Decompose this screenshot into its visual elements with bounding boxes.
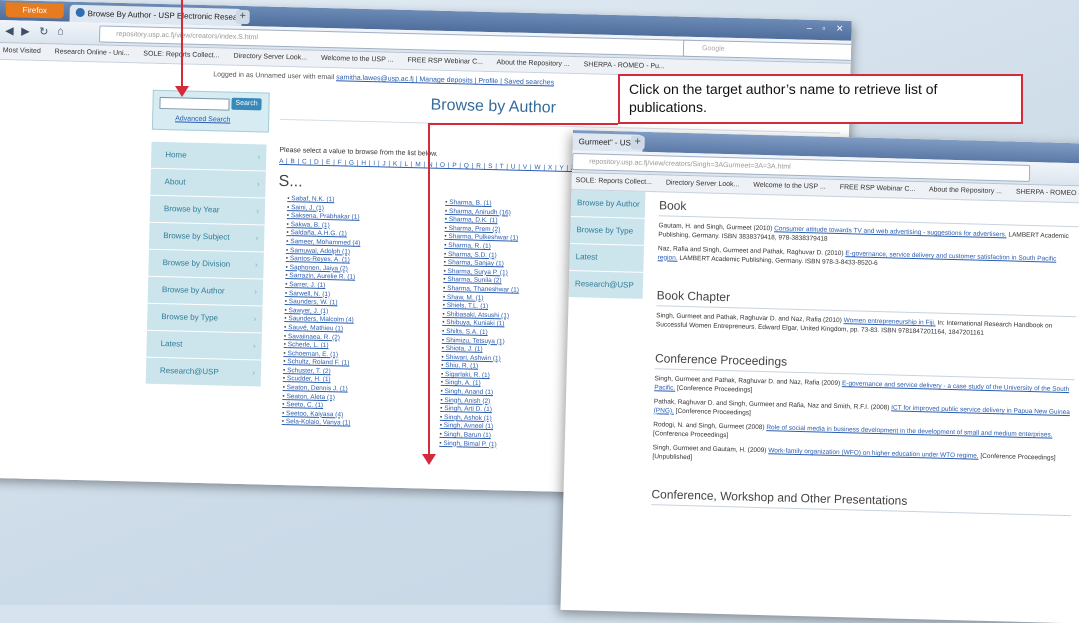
publication-entry: Naz, Rafia and Singh, Gurmeet and Pathak… (658, 245, 1078, 273)
author-link[interactable]: Sela-Kolaio, Vanya (1) (282, 418, 356, 428)
nav-browse-type[interactable]: Browse by Type (570, 216, 645, 245)
advanced-search-link[interactable]: Advanced Search (175, 115, 230, 123)
page-title: Browse by Author (430, 96, 557, 117)
page-content-2: Browse by Author Browse by Type Latest R… (560, 189, 1079, 623)
section-heading: Book (658, 198, 1079, 228)
publication-list: Book Gautam, H. and Singh, Gurmeet (2010)… (651, 192, 1079, 517)
publication-title-link[interactable]: Role of social media in business develop… (766, 424, 1052, 438)
alphabet-index[interactable]: A | B | C | D | E | F | G | H | I | J | … (279, 158, 605, 173)
section-heading: Book Chapter (656, 288, 1077, 318)
publication-details: [Conference Proceedings] (673, 407, 751, 417)
simple-search-input[interactable] (159, 96, 230, 111)
bookmark-item[interactable]: Welcome to the USP ... (321, 55, 394, 64)
firefox-menu-button[interactable]: Firefox (5, 2, 64, 19)
bookmark-item[interactable]: SHERPA - ROMEO - Pu... (584, 61, 665, 70)
bookmark-item[interactable]: SHERPA - ROMEO - Pu... (1016, 189, 1079, 198)
globe-icon (75, 7, 85, 18)
instruction-callout: Click on the target author’s name to ret… (618, 74, 1023, 124)
nav-browse-year[interactable]: Browse by Year (149, 195, 266, 225)
forward-icon[interactable]: ▶ (21, 25, 30, 38)
section-heading: Conference, Workshop and Other Presentat… (651, 487, 1072, 517)
publication-details: [Conference Proceedings] (652, 429, 729, 439)
arrow-head-icon (175, 86, 189, 97)
browser-window-author-publications: Gurmeet" - USP + repository.usp.ac.fj/vi… (560, 130, 1079, 623)
site-nav-2: Browse by Author Browse by Type Latest R… (566, 189, 646, 392)
author-list-col1: Sabaf, N.K. (1)Saini, J. (1)Saksena, Pra… (282, 195, 362, 429)
nav-browse-author[interactable]: Browse by Author (147, 276, 264, 306)
nav-browse-division[interactable]: Browse by Division (148, 249, 264, 279)
back-icon[interactable]: ◀ (5, 24, 14, 37)
bookmark-item[interactable]: Research Online - Uni... (55, 48, 130, 57)
login-status: Logged in as Unnamed user with email sam… (213, 71, 554, 86)
arrow-line (428, 125, 430, 455)
bookmark-item[interactable]: Directory Server Look... (666, 179, 740, 188)
nav-latest[interactable]: Latest (146, 330, 262, 360)
section-letter: S... (278, 172, 303, 191)
bookmark-item[interactable]: About the Repository ... (496, 59, 569, 68)
account-links[interactable]: samitha.lawes@usp.ac.fj | Manage deposit… (336, 74, 554, 86)
nav-about[interactable]: About (150, 168, 266, 198)
reload-icon[interactable]: ↻ (39, 25, 49, 38)
bookmark-item[interactable]: FREE RSP Webinar C... (407, 57, 483, 66)
login-text: Logged in as Unnamed user with email (213, 71, 335, 82)
arrow-head-icon (422, 454, 436, 465)
new-tab-button[interactable]: + (235, 9, 250, 25)
nav-research-usp[interactable]: Research@USP (568, 270, 644, 299)
search-field[interactable]: Google (682, 39, 852, 62)
site-nav: Home About Browse by Year Browse by Subj… (145, 141, 267, 388)
author-list-col2: Sharma, B. (1)Sharma, Anirudh (16)Sharma… (439, 199, 521, 450)
publication-entry: Singh, Gurmeet and Pathak, Raghuvar D. a… (656, 312, 1076, 340)
home-icon[interactable]: ⌂ (57, 25, 64, 37)
bookmark-item[interactable]: Most Visited (3, 47, 41, 55)
bookmark-item[interactable]: About the Repository ... (929, 186, 1002, 195)
publication-details: [Conference Proceedings] (675, 384, 753, 394)
nav-latest[interactable]: Latest (569, 243, 644, 272)
nav-browse-subject[interactable]: Browse by Subject (148, 222, 265, 252)
publication-title-link[interactable]: Work-family organization (WFO) on higher… (768, 447, 978, 460)
browse-instruction: Please select a value to browse from the… (279, 146, 438, 158)
bookmark-item[interactable]: Welcome to the USP ... (753, 182, 826, 191)
search-box: Search Advanced Search (151, 89, 270, 133)
search-button[interactable]: Search (231, 97, 262, 111)
arrow-line (428, 123, 618, 125)
tab-title: Browse By Author - USP Electronic Resear… (87, 9, 242, 23)
publication-entry: Singh, Gurmeet and Gautam, H. (2009) Wor… (652, 444, 1072, 472)
new-tab-button-2[interactable]: + (630, 135, 645, 150)
nav-browse-type[interactable]: Browse by Type (146, 303, 263, 333)
section-heading: Conference Proceedings (654, 351, 1076, 381)
arrow-line (181, 0, 183, 88)
window-controls[interactable]: ‒ ▫ ✕ (807, 23, 848, 35)
bookmark-item[interactable]: Directory Server Look... (233, 53, 307, 62)
bookmark-item[interactable]: SOLE: Reports Collect... (576, 177, 652, 186)
nav-browse-author[interactable]: Browse by Author (570, 189, 646, 218)
nav-research-usp[interactable]: Research@USP (145, 357, 262, 387)
bookmark-item[interactable]: FREE RSP Webinar C... (840, 184, 916, 193)
nav-home[interactable]: Home (150, 141, 267, 171)
author-link[interactable]: Singh, Bimal P. (1) (439, 439, 515, 449)
